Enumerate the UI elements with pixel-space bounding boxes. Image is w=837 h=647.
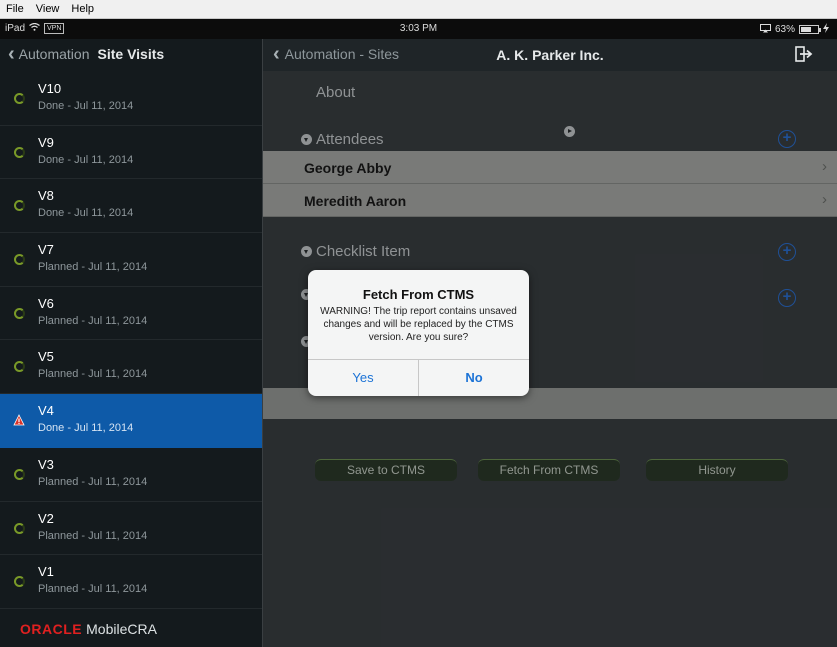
status-ring-icon — [14, 254, 25, 266]
battery-icon — [799, 25, 821, 34]
visit-status: Planned - Jul 11, 2014 — [38, 314, 148, 327]
status-ring-icon — [14, 200, 25, 212]
visit-status: Planned - Jul 11, 2014 — [38, 261, 148, 274]
visit-name: V7 — [38, 242, 54, 258]
visit-status: Done - Jul 11, 2014 — [38, 207, 134, 220]
visit-status: Planned - Jul 11, 2014 — [38, 529, 148, 542]
visit-status: Done - Jul 11, 2014 — [38, 153, 134, 166]
visit-name: V4 — [38, 403, 54, 419]
site-title: A. K. Parker Inc. — [496, 47, 604, 63]
window-menubar: File View Help — [0, 0, 837, 19]
logout-icon[interactable] — [795, 46, 813, 62]
status-ring-icon — [14, 522, 25, 534]
dialog-title: Fetch From CTMS — [362, 287, 475, 302]
visit-name: V1 — [38, 564, 54, 580]
status-ring-icon — [14, 93, 25, 104]
menu-help[interactable]: Help — [71, 3, 94, 15]
status-ring-icon — [14, 146, 25, 158]
site-visits-pane: ‹ Automation Site Visits V10 Done - Jul 1… — [0, 39, 262, 647]
visit-status: Planned - Jul 11, 2014 — [38, 368, 148, 381]
visit-name: V9 — [38, 134, 54, 150]
menu-file[interactable]: File — [6, 3, 24, 15]
page-title: Site Visits — [97, 46, 165, 62]
visit-name: V3 — [38, 456, 54, 472]
menu-view[interactable]: View — [36, 3, 60, 15]
clock: 3:03 PM — [399, 23, 438, 34]
right-nav-bar: ‹ Automation - Sites A. K. Parker Inc. — [263, 39, 837, 71]
visit-name: V8 — [38, 188, 54, 204]
status-bar: iPad VPN 3:03 PM 63% — [0, 19, 837, 39]
visit-name: V5 — [38, 349, 54, 365]
oracle-logo: ORACLE — [20, 621, 83, 637]
screen-mirror-icon — [759, 23, 771, 36]
dialog-buttons: Yes No — [308, 359, 529, 396]
chevron-left-icon: ‹ — [8, 43, 15, 65]
visit-list-item[interactable]: V6 Planned - Jul 11, 2014 — [0, 287, 262, 341]
visit-name: V2 — [38, 510, 54, 526]
back-label: Automation — [18, 46, 90, 62]
charging-icon — [823, 23, 829, 36]
no-button[interactable]: No — [418, 360, 529, 396]
visit-list: V10 Done - Jul 11, 2014 V9 Done - Jul 11, 2… — [0, 72, 262, 609]
visit-list-item[interactable]: V2 Planned - Jul 11, 2014 — [0, 502, 262, 556]
visit-name: V10 — [38, 81, 62, 96]
visit-status: Done - Jul 11, 2014 — [38, 100, 134, 112]
status-ring-icon — [14, 307, 25, 319]
visit-list-item[interactable]: V3 Planned - Jul 11, 2014 — [0, 448, 262, 502]
app-name: MobileCRA — [86, 621, 157, 637]
visit-status: Planned - Jul 11, 2014 — [38, 475, 148, 488]
visit-list-item[interactable]: V7 Planned - Jul 11, 2014 — [0, 233, 262, 287]
visit-list-item[interactable]: V8 Done - Jul 11, 2014 — [0, 179, 262, 234]
back-button-automation[interactable]: ‹ Automation Site Visits — [8, 43, 165, 65]
yes-button[interactable]: Yes — [308, 360, 418, 396]
status-ring-icon — [14, 361, 25, 373]
visit-name: V6 — [38, 295, 54, 311]
visit-list-item[interactable]: V9 Done - Jul 11, 2014 — [0, 126, 262, 180]
warning-icon — [13, 414, 25, 426]
brand-logo: ORACLE MobileCRA — [20, 621, 157, 637]
fetch-confirm-dialog: Fetch From CTMS WARNING! The trip report… — [308, 270, 529, 396]
visit-list-item[interactable]: V1 Planned - Jul 11, 2014 — [0, 555, 262, 609]
status-ring-icon — [14, 468, 25, 480]
visit-list-item[interactable]: V4 Done - Jul 11, 2014 — [0, 394, 262, 448]
visit-list-item[interactable]: V10 Done - Jul 11, 2014 — [0, 72, 262, 126]
battery-percent: 63% — [774, 24, 795, 35]
left-nav-bar: ‹ Automation Site Visits — [0, 39, 262, 71]
dialog-message: WARNING! The trip report contains unsave… — [320, 306, 517, 343]
visit-list-item[interactable]: V5 Planned - Jul 11, 2014 — [0, 340, 262, 395]
status-ring-icon — [14, 576, 25, 588]
visit-status: Planned - Jul 11, 2014 — [38, 583, 148, 596]
visit-status: Done - Jul 11, 2014 — [38, 422, 134, 435]
